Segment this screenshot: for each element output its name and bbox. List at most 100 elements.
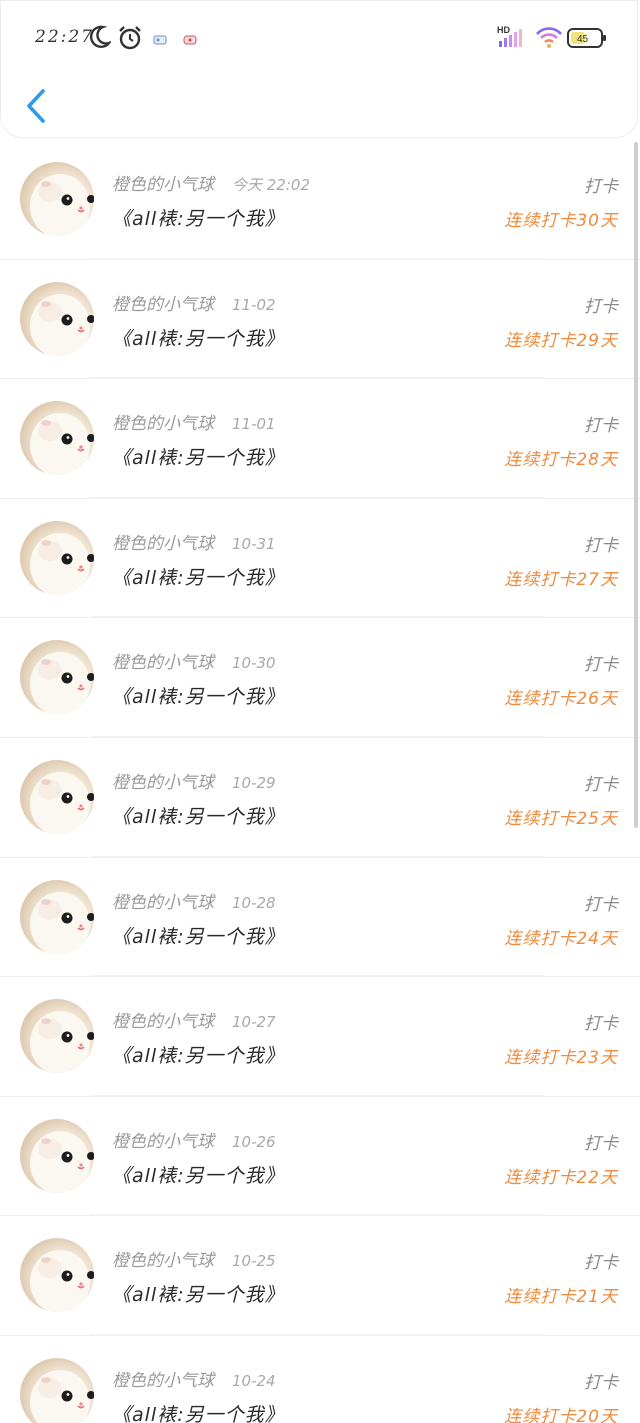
kitten-avatar-image [30, 891, 94, 954]
book-title[interactable]: 《all裱:另一个我》 [112, 1161, 285, 1188]
network-label: HD [497, 25, 510, 35]
streak-label: 连续打卡24天 [504, 928, 618, 949]
record-date: 10-30 [232, 654, 276, 673]
checkin-label: 打卡 [584, 416, 618, 437]
user-name[interactable]: 橙色的小气球 [112, 175, 214, 195]
user-name[interactable]: 橙色的小气球 [112, 1012, 214, 1032]
avatar[interactable] [20, 999, 94, 1074]
list-item[interactable]: 橙色的小气球 10-28 《all裱:另一个我》 打卡 连续打卡24天 [0, 858, 640, 978]
record-meta: 橙色的小气球 10-26 [112, 1127, 276, 1152]
list-item[interactable]: 橙色的小气球 10-25 《all裱:另一个我》 打卡 连续打卡21天 [0, 1216, 640, 1336]
list-item[interactable]: 橙色的小气球 10-26 《all裱:另一个我》 打卡 连续打卡22天 [0, 1097, 640, 1217]
list-item[interactable]: 橙色的小气球 10-29 《all裱:另一个我》 打卡 连续打卡25天 [0, 738, 640, 858]
record-date: 11-01 [232, 415, 276, 434]
book-title[interactable]: 《all裱:另一个我》 [112, 324, 285, 351]
record-meta: 橙色的小气球 10-29 [112, 768, 276, 793]
avatar[interactable] [20, 1118, 94, 1193]
book-title[interactable]: 《all裱:另一个我》 [112, 1041, 285, 1068]
book-title[interactable]: 《all裱:另一个我》 [112, 563, 285, 590]
divider [90, 496, 544, 498]
checkin-label: 打卡 [584, 535, 618, 556]
streak-label: 连续打卡29天 [504, 330, 618, 351]
record-date: 10-29 [232, 773, 276, 792]
record-date: 10-25 [232, 1252, 276, 1271]
kitten-avatar-image [30, 771, 94, 834]
book-title[interactable]: 《all裱:另一个我》 [112, 1280, 285, 1307]
battery-icon: 45 [567, 27, 607, 53]
user-name[interactable]: 橙色的小气球 [112, 1132, 214, 1152]
kitten-avatar-image [30, 413, 94, 476]
book-title[interactable]: 《all裱:另一个我》 [112, 922, 285, 949]
scrollbar[interactable] [634, 142, 638, 828]
book-title[interactable]: 《all裱:另一个我》 [112, 682, 285, 709]
checkin-label: 打卡 [584, 1133, 618, 1154]
checkin-records-screen: 22:27 HD 45 橙色的小气球 今天 22:02 《all裱:另一个我》 … [0, 0, 640, 1423]
kitten-avatar-image [30, 532, 94, 595]
avatar[interactable] [20, 401, 94, 476]
back-button[interactable] [19, 85, 53, 127]
list-item[interactable]: 橙色的小气球 11-01 《all裱:另一个我》 打卡 连续打卡28天 [0, 379, 640, 499]
user-name[interactable]: 橙色的小气球 [112, 534, 214, 554]
list-item[interactable]: 橙色的小气球 10-31 《all裱:另一个我》 打卡 连续打卡27天 [0, 499, 640, 619]
book-title[interactable]: 《all裱:另一个我》 [112, 204, 285, 231]
record-meta: 橙色的小气球 11-02 [112, 290, 276, 315]
record-meta: 橙色的小气球 11-01 [112, 409, 276, 434]
divider [90, 1094, 544, 1096]
streak-label: 连续打卡30天 [504, 211, 618, 231]
user-name[interactable]: 橙色的小气球 [112, 1251, 214, 1271]
record-date: 11-02 [232, 295, 276, 314]
user-name[interactable]: 橙色的小气球 [112, 414, 214, 434]
kitten-avatar-image [30, 1250, 94, 1313]
checkin-label: 打卡 [584, 296, 618, 317]
checkin-label: 打卡 [584, 1014, 618, 1035]
record-date: 10-31 [232, 534, 276, 553]
record-meta: 橙色的小气球 10-30 [112, 648, 276, 673]
streak-label: 连续打卡28天 [504, 450, 618, 471]
list-item[interactable]: 橙色的小气球 今天 22:02 《all裱:另一个我》 打卡 连续打卡30天 [0, 140, 640, 260]
user-name[interactable]: 橙色的小气球 [112, 893, 214, 913]
avatar[interactable] [20, 281, 94, 356]
status-bar: 22:27 HD 45 [1, 1, 640, 73]
moon-icon [89, 25, 113, 53]
streak-label: 连续打卡21天 [504, 1287, 618, 1308]
avatar[interactable] [20, 879, 94, 954]
app-notification-icon-2 [183, 31, 197, 50]
divider [90, 975, 544, 977]
record-date: 今天 22:02 [232, 176, 310, 194]
alarm-icon [117, 25, 143, 55]
header-card: 22:27 HD 45 [0, 0, 638, 138]
streak-label: 连续打卡25天 [504, 808, 618, 829]
avatar[interactable] [20, 520, 94, 595]
book-title[interactable]: 《all裱:另一个我》 [112, 1400, 285, 1423]
list-item[interactable]: 橙色的小气球 11-02 《all裱:另一个我》 打卡 连续打卡29天 [0, 260, 640, 380]
record-meta: 橙色的小气球 10-27 [112, 1007, 276, 1032]
avatar[interactable] [20, 162, 94, 236]
kitten-avatar-image [30, 1130, 94, 1193]
app-notification-icon [153, 31, 167, 50]
status-time: 22:27 [35, 27, 94, 47]
list-item[interactable]: 橙色的小气球 10-24 《all裱:另一个我》 打卡 连续打卡20天 [0, 1336, 640, 1423]
record-date: 10-28 [232, 893, 276, 912]
user-name[interactable]: 橙色的小气球 [112, 295, 214, 315]
avatar[interactable] [20, 1357, 94, 1423]
avatar[interactable] [20, 759, 94, 834]
list-item[interactable]: 橙色的小气球 10-27 《all裱:另一个我》 打卡 连续打卡23天 [0, 977, 640, 1097]
streak-label: 连续打卡23天 [504, 1048, 618, 1069]
book-title[interactable]: 《all裱:另一个我》 [112, 443, 285, 470]
checkin-label: 打卡 [584, 655, 618, 676]
user-name[interactable]: 橙色的小气球 [112, 773, 214, 793]
divider [90, 855, 544, 857]
book-title[interactable]: 《all裱:另一个我》 [112, 802, 285, 829]
record-meta: 橙色的小气球 10-25 [112, 1246, 276, 1271]
avatar[interactable] [20, 640, 94, 715]
divider [90, 735, 544, 737]
list-item[interactable]: 橙色的小气球 10-30 《all裱:另一个我》 打卡 连续打卡26天 [0, 618, 640, 738]
kitten-avatar-image [30, 293, 94, 356]
divider [90, 1214, 544, 1216]
streak-label: 连续打卡22天 [504, 1167, 618, 1188]
avatar[interactable] [20, 1238, 94, 1313]
user-name[interactable]: 橙色的小气球 [112, 653, 214, 673]
user-name[interactable]: 橙色的小气球 [112, 1371, 214, 1391]
checkin-label: 打卡 [584, 1372, 618, 1393]
streak-label: 连续打卡27天 [504, 569, 618, 590]
